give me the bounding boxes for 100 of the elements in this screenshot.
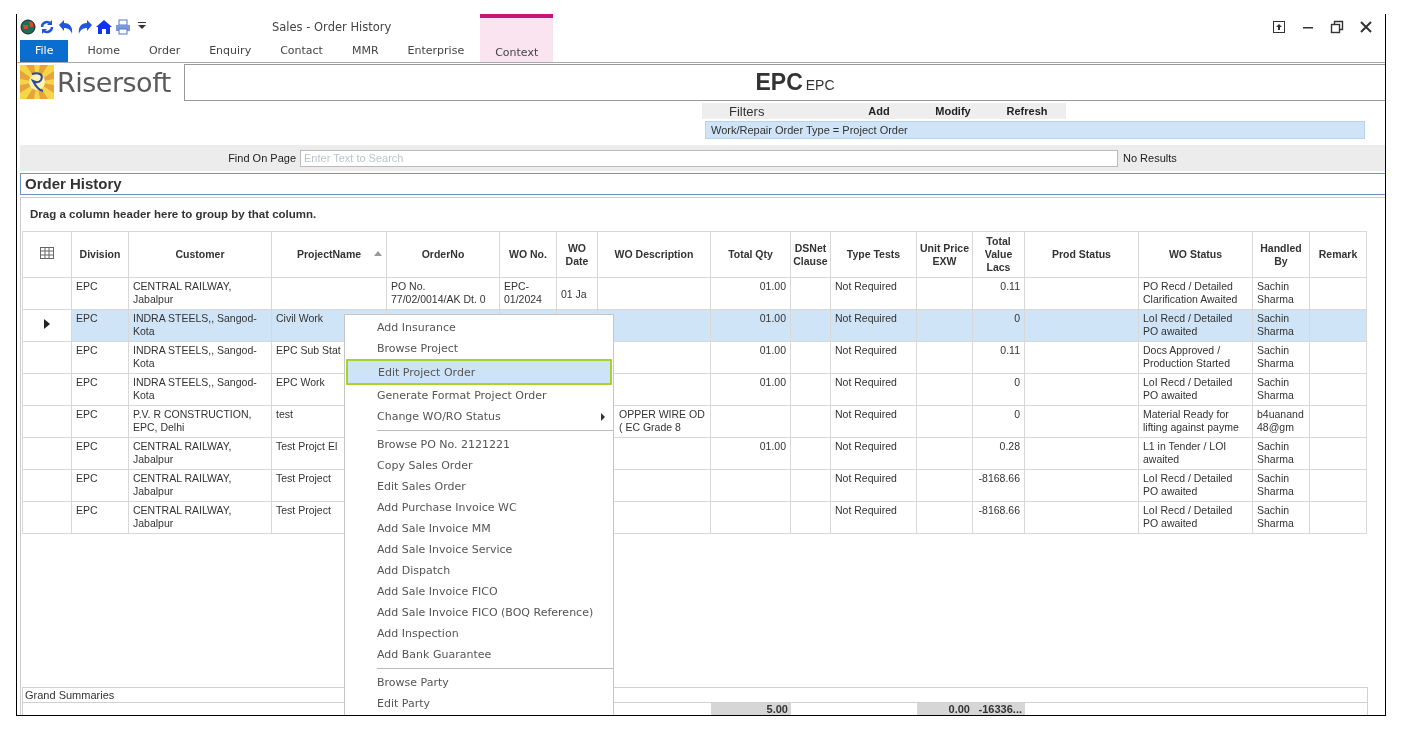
- table-cell-text: PO Recd / Detailed Clarification Awaited: [1143, 280, 1239, 306]
- ribbon-tab[interactable]: File: [20, 40, 69, 62]
- menu-item[interactable]: Add Sale Invoice MM: [345, 518, 613, 539]
- table-cell-text: 01.00: [758, 376, 786, 389]
- table-cell-text: 01.00: [758, 344, 786, 357]
- table-cell-text: Not Required: [835, 312, 898, 325]
- search-field[interactable]: Enter Text to Search: [300, 149, 1118, 167]
- filters-label: Filters: [728, 103, 766, 119]
- section-title: Order History: [20, 173, 1385, 195]
- table-cell-text: EPC: [76, 504, 99, 517]
- table-cell-text: Sachin Sharma: [1257, 344, 1295, 370]
- table-cell-text: Civil Work: [276, 312, 325, 325]
- table-cell-text: Not Required: [835, 376, 898, 389]
- table-cell-text: PO No. 77/02/0014/AK Dt. 0: [391, 280, 487, 306]
- table-cell-text: EPC: [76, 344, 99, 357]
- table-cell-text: 0.28: [998, 440, 1020, 453]
- menu-item[interactable]: Edit Sales Order: [345, 476, 613, 497]
- column-header[interactable]: Handled By: [1252, 231, 1310, 278]
- menu-item[interactable]: Browse PO No. 2121221: [345, 434, 613, 455]
- column-header[interactable]: DSNet Clause: [790, 231, 831, 278]
- menu-item[interactable]: Copy Sales Order: [345, 455, 613, 476]
- table-cell-text: Docs Approved / Production Started: [1143, 344, 1231, 370]
- ribbon-tab[interactable]: Enquiry: [196, 40, 265, 62]
- column-header[interactable]: WO No.: [499, 231, 557, 278]
- undo-icon[interactable]: [58, 19, 74, 35]
- group-hint: Drag a column header here to group by that column.: [29, 207, 318, 221]
- menu-item[interactable]: Add Inspection: [345, 623, 613, 644]
- menu-item[interactable]: Generate Format Project Order: [345, 385, 613, 406]
- table-cell-text: 0: [1013, 312, 1020, 325]
- table-cell-text: Not Required: [835, 472, 898, 485]
- brand-name: Risersoft: [57, 66, 171, 98]
- summary-total: -16336...: [978, 703, 1022, 715]
- column-header[interactable]: WO Status: [1138, 231, 1253, 278]
- find-label: Find On Page: [227, 152, 297, 164]
- ribbon-tab[interactable]: Enterprise: [394, 40, 478, 62]
- page-title: EPC: [755, 69, 803, 95]
- menu-item[interactable]: Add Sale Invoice FICO: [345, 581, 613, 602]
- ribbon-tab[interactable]: Home: [74, 40, 133, 62]
- row-pointer-icon: [44, 319, 50, 329]
- ribbon-tab[interactable]: Order: [135, 40, 194, 62]
- table-cell-text: Sachin Sharma: [1257, 376, 1295, 402]
- menu-item[interactable]: Add Insurance: [345, 317, 613, 338]
- column-header[interactable]: WO Description: [597, 231, 711, 278]
- column-header[interactable]: Remark: [1309, 231, 1367, 278]
- restore-icon[interactable]: [1330, 20, 1344, 34]
- table-cell-text: Not Required: [835, 440, 898, 453]
- table-cell-text: Sachin Sharma: [1257, 440, 1295, 466]
- toolbar-button[interactable]: Modify: [916, 105, 990, 117]
- ribbon-tab[interactable]: Context: [480, 14, 554, 62]
- column-header[interactable]: Prod Status: [1024, 231, 1139, 278]
- table-cell-text: LoI Recd / Detailed PO awaited: [1143, 472, 1234, 498]
- result-count: No Results: [1123, 152, 1177, 164]
- menu-item[interactable]: Add Bank Guarantee: [345, 644, 613, 665]
- table-cell-text: LoI Recd / Detailed PO awaited: [1143, 312, 1234, 338]
- menu-item[interactable]: Add Purchase Invoice WC: [345, 497, 613, 518]
- ribbon-tab[interactable]: Contact: [267, 40, 336, 62]
- menu-item[interactable]: Add Sale Invoice Service: [345, 539, 613, 560]
- logo-icon: [20, 65, 54, 99]
- column-header[interactable]: WO Date: [556, 231, 598, 278]
- ribbon-toggle-icon[interactable]: [1272, 20, 1286, 34]
- column-header[interactable]: Customer: [128, 231, 272, 278]
- refresh-icon[interactable]: [39, 19, 55, 35]
- menu-item[interactable]: Add Dispatch: [345, 560, 613, 581]
- column-header[interactable]: Type Tests: [830, 231, 917, 278]
- grid-icon: [40, 247, 54, 259]
- table-cell-text: Not Required: [835, 280, 898, 293]
- menu-item[interactable]: Browse Project: [345, 338, 613, 359]
- column-header[interactable]: Total Qty: [710, 231, 791, 278]
- redo-icon[interactable]: [77, 19, 93, 35]
- table-cell-text: Material Ready for lifting against payme: [1143, 408, 1240, 434]
- toolbar-button[interactable]: Add: [842, 105, 916, 117]
- menu-item[interactable]: Edit Project Order: [346, 359, 612, 385]
- menu-item[interactable]: Change WO/RO Status: [345, 406, 613, 427]
- column-header[interactable]: Division: [71, 231, 129, 278]
- column-header[interactable]: OrderNo: [386, 231, 500, 278]
- column-chooser[interactable]: [22, 231, 72, 278]
- column-header[interactable]: Unit Price EXW: [916, 231, 973, 278]
- summary-total: 5.00: [766, 703, 788, 715]
- column-header[interactable]: ProjectName: [271, 231, 387, 278]
- table-cell-text: 01 Ja: [561, 288, 588, 301]
- table-cell-text: CENTRAL RAILWAY, Jabalpur: [133, 440, 233, 466]
- table-cell-text: EPC Work: [276, 376, 326, 389]
- table-cell-text: EPC: [76, 312, 99, 325]
- ribbon-tab[interactable]: MMR: [338, 40, 392, 62]
- close-icon[interactable]: [1359, 20, 1373, 34]
- menu-item[interactable]: Add Sale Invoice FICO (BOQ Reference): [345, 602, 613, 623]
- table-cell-text: Sachin Sharma: [1257, 504, 1295, 530]
- table-cell-text: Sachin Sharma: [1257, 472, 1295, 498]
- table-cell-text: 01.00: [758, 440, 786, 453]
- globe-icon[interactable]: [20, 19, 36, 35]
- toolbar-button[interactable]: Refresh: [990, 105, 1064, 117]
- home-icon[interactable]: [96, 19, 112, 35]
- table-cell-text: EPC- 01/2024: [504, 280, 543, 306]
- table-cell-text: Test Project: [276, 472, 332, 485]
- table-cell-text: 0.11: [999, 280, 1020, 293]
- summary-total: 0.00: [948, 703, 970, 715]
- filter-chip[interactable]: Work/Repair Order Type = Project Order: [705, 121, 1365, 139]
- column-header[interactable]: Total Value Lacs: [972, 231, 1025, 278]
- table-cell-text: 01.00: [758, 312, 786, 325]
- page-subtitle: EPC: [805, 77, 835, 93]
